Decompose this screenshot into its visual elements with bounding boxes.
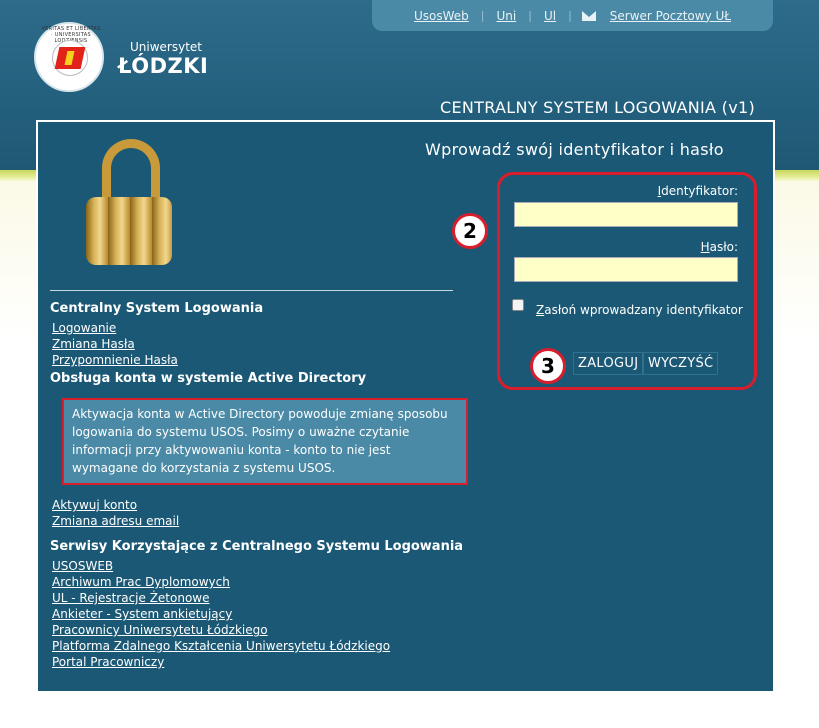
nav-link-ul[interactable]: Ul [532, 9, 568, 23]
nav-separator: | [568, 9, 572, 22]
link-zmiana-adresu-email[interactable]: Zmiana adresu email [52, 514, 179, 528]
link-zmiana-hasla[interactable]: Zmiana Hasła [52, 337, 135, 351]
university-name-big: ŁÓDZKI [118, 54, 209, 78]
link-rejestracje-zetonowe[interactable]: UL - Rejestracje Żetonowe [52, 591, 210, 605]
envelope-icon [581, 10, 596, 21]
identifier-label: Identyfikator: [657, 184, 738, 198]
link-portal-pracowniczy[interactable]: Portal Pracowniczy [52, 655, 164, 669]
ad-section-heading: Obsługa konta w systemie Active Director… [50, 371, 367, 386]
services-section-heading: Serwisy Korzystające z Centralnego Syste… [50, 539, 464, 554]
nav-link-mail-server[interactable]: Serwer Pocztowy UŁ [598, 9, 743, 23]
top-navigation: UsosWeb | Uni | Ul | Serwer Pocztowy UŁ [372, 0, 773, 31]
padlock-body [86, 197, 172, 265]
clear-button[interactable]: WYCZYŚĆ [643, 352, 719, 375]
login-subtitle: Wprowadź swój identyfikator i hasło [425, 140, 724, 159]
link-przypomnienie-hasla[interactable]: Przypomnienie Hasła [52, 353, 178, 367]
step-badge-2: 2 [452, 213, 488, 249]
link-usosweb[interactable]: USOSWEB [52, 559, 113, 573]
cas-section-heading: Centralny System Logowania [50, 301, 264, 316]
mask-identifier-label[interactable]: Zasłoń wprowadzany identyfikator [536, 303, 743, 317]
link-pracownicy[interactable]: Pracownicy Uniwersytetu Łódzkiego [52, 623, 268, 637]
ad-notice-box: Aktywacja konta w Active Directory powod… [62, 398, 468, 485]
university-logo[interactable]: VERITAS ET LIBERTAS · UNIVERSITAS LODZIE… [34, 22, 214, 94]
identifier-input[interactable] [514, 202, 738, 227]
padlock-icon [86, 139, 176, 267]
university-name-small: Uniwersytet [130, 40, 202, 54]
seal-emblem-icon [54, 47, 86, 69]
link-ankieter[interactable]: Ankieter - System ankietujący [52, 607, 232, 621]
link-platforma-zdalnego[interactable]: Platforma Zdalnego Kształcenia Uniwersyt… [52, 639, 390, 653]
university-seal: VERITAS ET LIBERTAS · UNIVERSITAS LODZIE… [34, 22, 104, 92]
system-title: CENTRALNY SYSTEM LOGOWANIA (v1) [440, 98, 756, 117]
password-input[interactable] [514, 257, 738, 282]
login-button[interactable]: ZALOGUJ [573, 352, 644, 375]
link-archiwum-prac[interactable]: Archiwum Prac Dyplomowych [52, 575, 230, 589]
link-logowanie[interactable]: Logowanie [52, 321, 116, 335]
link-aktywuj-konto[interactable]: Aktywuj konto [52, 498, 137, 512]
section-divider [50, 290, 453, 291]
nav-link-uni[interactable]: Uni [484, 9, 528, 23]
mask-identifier-checkbox[interactable] [512, 299, 524, 311]
nav-link-usosweb[interactable]: UsosWeb [402, 9, 481, 23]
password-label: Hasło: [700, 240, 738, 254]
step-badge-3: 3 [530, 348, 566, 384]
